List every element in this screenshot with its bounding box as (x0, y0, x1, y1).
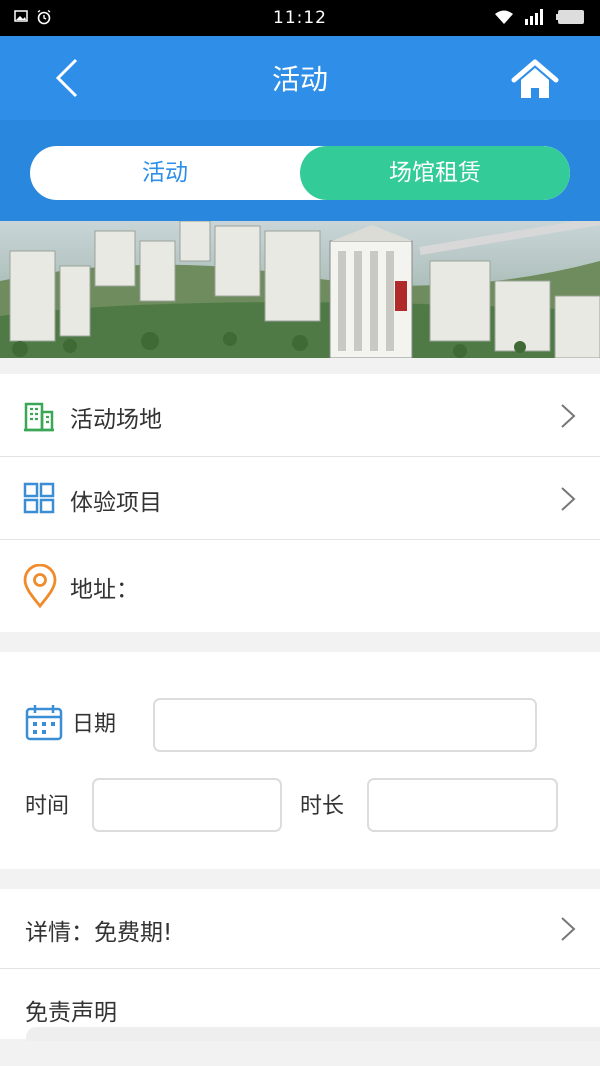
top-nav-bar: 活动 (0, 36, 600, 120)
menu-item-venue-label: 活动场地 (70, 407, 162, 433)
location-pin-icon (23, 564, 57, 608)
duration-input[interactable] (367, 778, 558, 832)
calendar-icon (25, 705, 63, 741)
menu-item-venue[interactable]: 活动场地 (0, 374, 600, 457)
city-banner-image (0, 221, 600, 358)
details-label: 详情：免费期! (25, 920, 173, 946)
banner-image (0, 221, 600, 358)
tab-bar: 活动 场馆租赁 (0, 120, 600, 221)
building-icon (24, 402, 54, 432)
status-bar: 11:12 (0, 0, 600, 36)
menu-item-experience[interactable]: 体验项目 (0, 457, 600, 540)
segmented-control: 活动 场馆租赁 (30, 146, 570, 200)
details-row[interactable]: 详情：免费期! (0, 889, 600, 969)
info-list: 详情：免费期! 免责声明 (0, 889, 600, 1041)
date-label: 日期 (72, 712, 117, 737)
disclaimer-label: 免责声明 (25, 1000, 117, 1026)
tab-venue-rental[interactable]: 场馆租赁 (300, 146, 570, 200)
time-label: 时间 (25, 794, 70, 819)
battery-icon (556, 10, 584, 24)
venue-menu-list: 活动场地 体验项目 地址： (0, 374, 600, 632)
chevron-right-icon (561, 917, 576, 941)
grid-icon (23, 482, 55, 514)
duration-label: 时长 (300, 794, 345, 819)
chevron-right-icon (561, 404, 576, 428)
chevron-right-icon (561, 487, 576, 511)
wifi-icon (495, 10, 513, 24)
address-label: 地址： (70, 577, 139, 603)
home-button[interactable] (510, 58, 560, 102)
menu-item-address: 地址： (0, 540, 600, 632)
home-icon (511, 59, 559, 98)
date-input[interactable] (153, 698, 537, 752)
menu-item-experience-label: 体验项目 (70, 490, 162, 516)
booking-form: 日期 时间 时长 (0, 652, 600, 869)
tab-activity[interactable]: 活动 (30, 146, 300, 200)
status-right-icons (494, 9, 586, 25)
time-input[interactable] (92, 778, 282, 832)
disclaimer-content-box (26, 1027, 600, 1041)
signal-icon (525, 9, 543, 25)
